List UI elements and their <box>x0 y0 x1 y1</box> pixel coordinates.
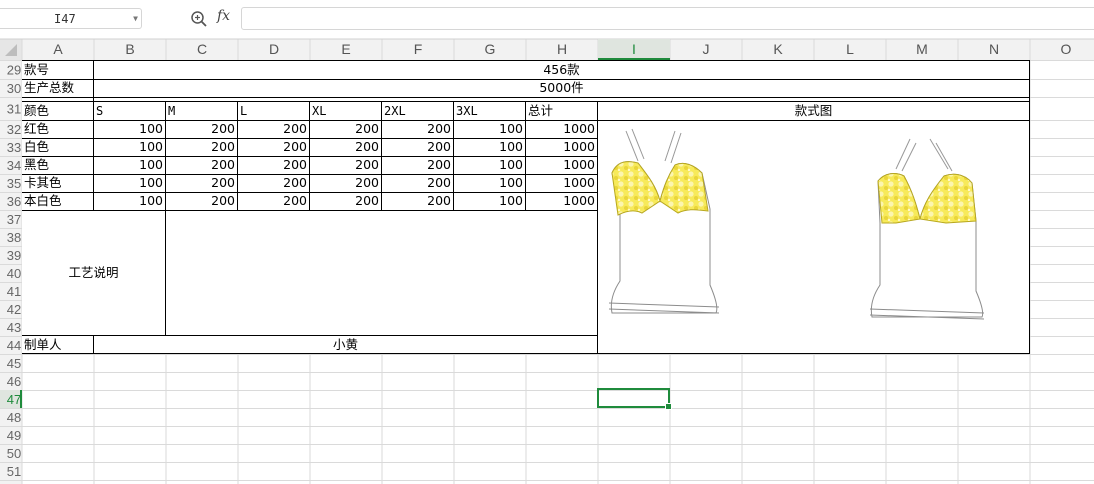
cell-row-total[interactable]: 1000 <box>526 174 597 192</box>
cell-maker-label[interactable]: 制单人 <box>22 336 93 354</box>
cell-qty[interactable]: 200 <box>238 156 309 174</box>
cell-qty[interactable]: 100 <box>94 138 165 156</box>
cell-qty[interactable]: 200 <box>166 156 237 174</box>
cell-qty[interactable]: 200 <box>310 156 381 174</box>
cell-qty[interactable]: 200 <box>310 138 381 156</box>
cell-size-header[interactable]: S <box>94 102 165 120</box>
cell-process-value[interactable] <box>166 210 597 335</box>
cell-qty[interactable]: 100 <box>94 192 165 210</box>
cell-color-name[interactable]: 白色 <box>22 138 93 156</box>
back-view-tank-top <box>869 138 985 320</box>
cell-sum-header[interactable]: 总计 <box>526 102 597 120</box>
cell-size-header[interactable]: 2XL <box>382 102 453 120</box>
cell-size-header[interactable]: L <box>238 102 309 120</box>
garment-style-image[interactable] <box>598 121 1029 353</box>
cell-row-total[interactable]: 1000 <box>526 120 597 138</box>
cell-size-header[interactable]: 3XL <box>454 102 525 120</box>
front-view-tank-top <box>608 128 720 314</box>
cell-qty[interactable]: 200 <box>166 120 237 138</box>
cell-process-label[interactable]: 工艺说明 <box>22 264 165 282</box>
cell-qty[interactable]: 200 <box>310 174 381 192</box>
cell-qty[interactable]: 200 <box>238 192 309 210</box>
cell-qty[interactable]: 100 <box>454 156 525 174</box>
cell-color-name[interactable]: 红色 <box>22 120 93 138</box>
cell-qty[interactable]: 200 <box>382 174 453 192</box>
cell-qty[interactable]: 200 <box>238 174 309 192</box>
cell-qty[interactable]: 200 <box>382 192 453 210</box>
cell-total-value[interactable]: 5000件 <box>94 79 1029 97</box>
cell-color-header[interactable]: 颜色 <box>22 102 93 120</box>
cell-style-no-value[interactable]: 456款 <box>94 61 1029 79</box>
cell-qty[interactable]: 200 <box>166 192 237 210</box>
cell-size-header[interactable]: XL <box>310 102 381 120</box>
cell-maker-value[interactable]: 小黄 <box>94 336 597 354</box>
cell-qty[interactable]: 200 <box>166 138 237 156</box>
cell-qty[interactable]: 200 <box>382 156 453 174</box>
cell-qty[interactable]: 200 <box>382 120 453 138</box>
cell-qty[interactable]: 100 <box>94 174 165 192</box>
cell-row-total[interactable]: 1000 <box>526 192 597 210</box>
cell-color-name[interactable]: 本白色 <box>22 192 93 210</box>
cell-qty[interactable]: 200 <box>310 120 381 138</box>
cell-qty[interactable]: 100 <box>454 138 525 156</box>
cell-style-no-label[interactable]: 款号 <box>22 61 93 79</box>
fill-handle[interactable] <box>665 403 672 410</box>
sheet-content: 款号 456款 生产总数 5000件 颜色 S M L XL 2XL 3XL 总… <box>0 0 1094 484</box>
cell-image-header[interactable]: 款式图 <box>598 102 1029 120</box>
cell-qty[interactable]: 200 <box>382 138 453 156</box>
cell-qty[interactable]: 100 <box>454 192 525 210</box>
cell-qty[interactable]: 200 <box>310 192 381 210</box>
cell-color-name[interactable]: 卡其色 <box>22 174 93 192</box>
cell-row-total[interactable]: 1000 <box>526 138 597 156</box>
cell-qty[interactable]: 200 <box>166 174 237 192</box>
cell-qty[interactable]: 200 <box>238 120 309 138</box>
cell-qty[interactable]: 100 <box>454 174 525 192</box>
cell-qty[interactable]: 200 <box>238 138 309 156</box>
cell-qty[interactable]: 100 <box>454 120 525 138</box>
cell-size-header[interactable]: M <box>166 102 237 120</box>
cell-row-total[interactable]: 1000 <box>526 156 597 174</box>
cell-qty[interactable]: 100 <box>94 156 165 174</box>
cell-color-name[interactable]: 黑色 <box>22 156 93 174</box>
cell-qty[interactable]: 100 <box>94 120 165 138</box>
active-cell-selection[interactable] <box>597 388 672 410</box>
cell-total-label[interactable]: 生产总数 <box>22 79 93 97</box>
